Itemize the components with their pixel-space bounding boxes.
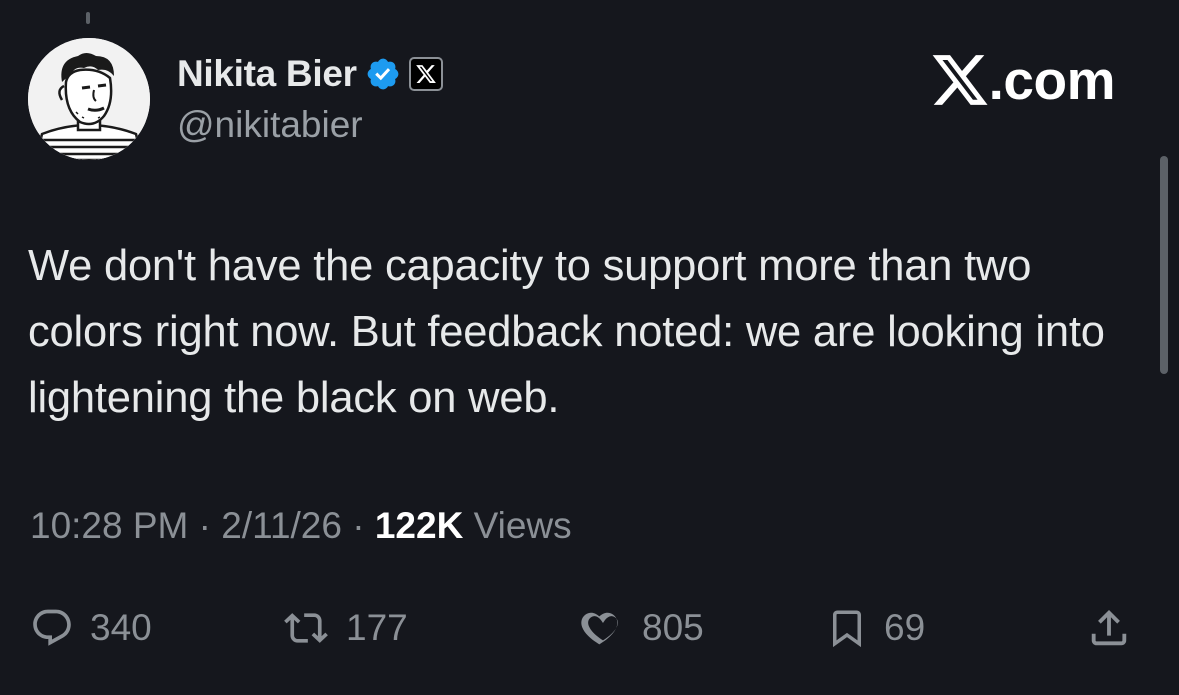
meta-separator: · [341,505,375,546]
retweet-button[interactable]: 177 [282,600,408,656]
tweet-meta: 10:28 PM · 2/11/26 · 122K Views [30,505,572,547]
share-button[interactable] [1086,600,1132,656]
x-logo-icon [415,65,436,83]
views-label: Views [463,505,572,546]
display-name[interactable]: Nikita Bier [177,53,357,95]
bookmark-count: 69 [884,607,926,648]
action-bar: 340 177 805 69 [0,600,1179,656]
tweet-text: We don't have the capacity to support mo… [28,242,1105,422]
reply-count: 340 [90,607,152,648]
author-name-row: Nikita Bier [177,50,443,98]
bookmark-icon [833,610,861,648]
retweet-icon [284,613,328,643]
reply-button[interactable]: 340 [30,600,152,656]
watermark-text: .com [988,49,1116,111]
reply-icon [33,609,71,646]
author-handle[interactable]: @nikitabier [177,104,363,146]
avatar-sketch-icon [28,38,150,160]
scrollbar[interactable] [1160,156,1168,374]
meta-separator: · [188,505,222,546]
verified-badge-icon[interactable] [365,56,401,92]
heart-icon [581,612,618,645]
like-button[interactable]: 805 [580,600,704,656]
tweet-date[interactable]: 2/11/26 [221,505,342,546]
retweet-count: 177 [346,607,408,648]
x-affiliate-badge[interactable] [408,57,443,91]
avatar[interactable] [28,38,150,160]
share-icon [1091,609,1127,646]
x-logo-icon [932,55,988,105]
xcom-watermark: .com [929,48,1116,112]
tweet-time[interactable]: 10:28 PM [30,505,188,546]
like-count: 805 [642,607,704,648]
tweet-card: Nikita Bier @nikitabier .com We don't ha… [0,0,1179,695]
bookmark-button[interactable]: 69 [826,600,925,656]
views-count: 122K [374,505,464,546]
top-indicator [86,12,90,24]
